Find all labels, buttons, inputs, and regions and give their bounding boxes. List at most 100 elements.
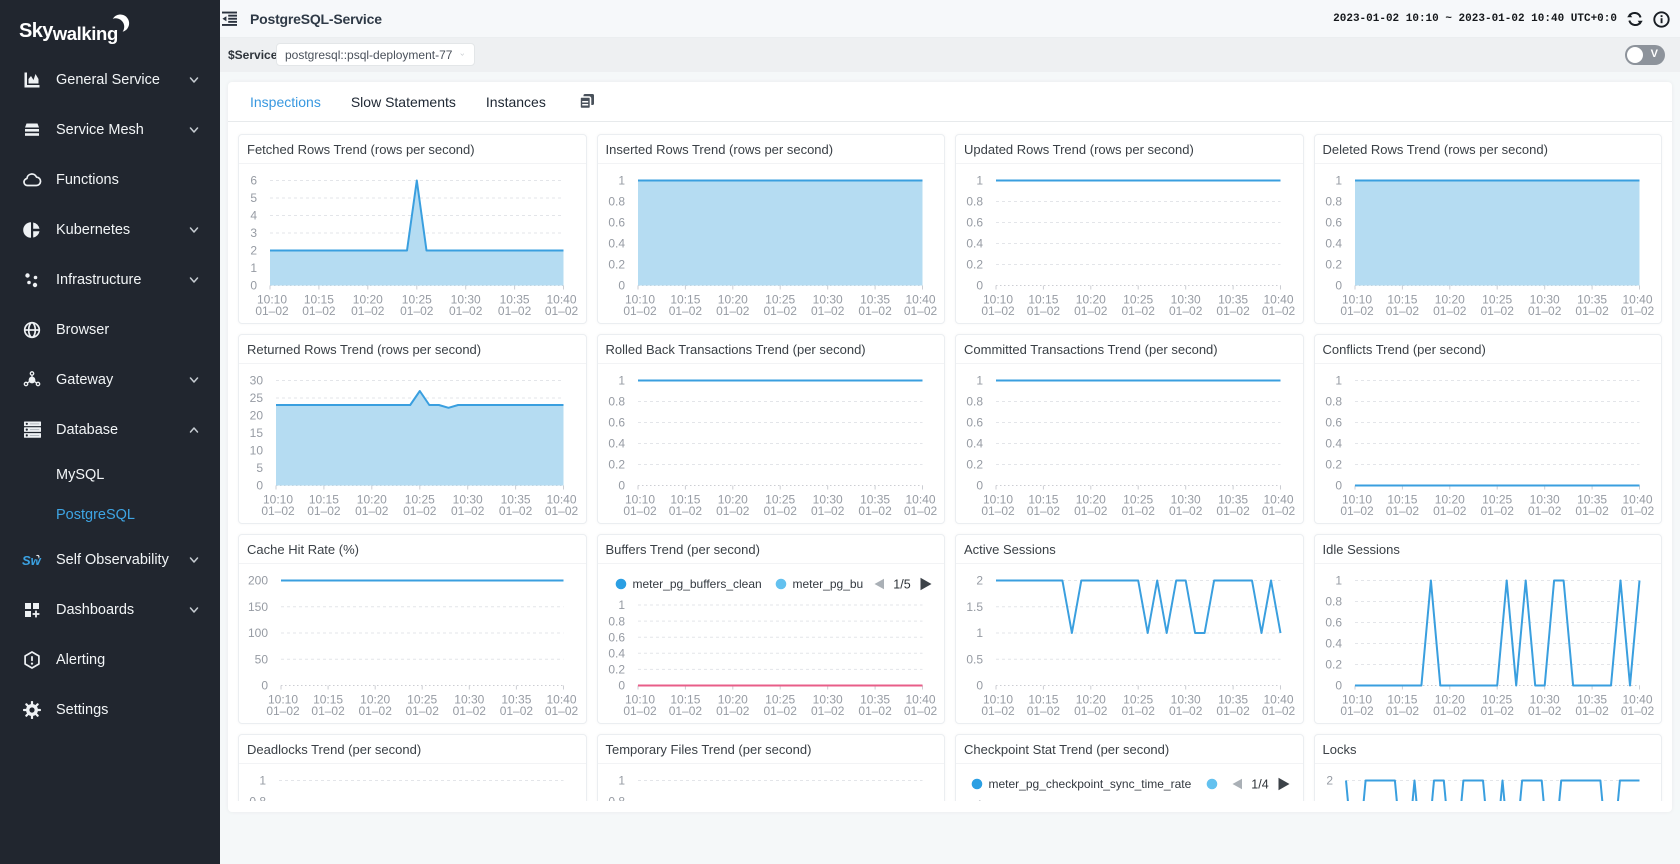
svg-text:01–02: 01–02 <box>406 704 440 718</box>
svg-text:01–02: 01–02 <box>1027 304 1061 318</box>
svg-text:01–02: 01–02 <box>1620 504 1654 518</box>
svg-text:01–02: 01–02 <box>400 304 434 318</box>
svg-text:01–02: 01–02 <box>903 504 937 518</box>
svg-text:0.6: 0.6 <box>1325 615 1342 629</box>
svg-text:1: 1 <box>976 173 983 187</box>
svg-text:01–02: 01–02 <box>1340 704 1374 718</box>
svg-text:01–02: 01–02 <box>453 704 487 718</box>
svg-text:0.8: 0.8 <box>966 194 983 208</box>
svg-text:01–02: 01–02 <box>716 704 750 718</box>
svg-text:01–02: 01–02 <box>545 704 579 718</box>
svg-text:01–02: 01–02 <box>1027 504 1061 518</box>
svg-text:01–02: 01–02 <box>359 704 393 718</box>
svg-text:0.2: 0.2 <box>608 457 625 471</box>
svg-text:Sw: Sw <box>22 553 42 568</box>
svg-text:0.2: 0.2 <box>608 257 625 271</box>
svg-text:0: 0 <box>1335 478 1342 492</box>
svg-text:1: 1 <box>976 373 983 387</box>
svg-text:30: 30 <box>250 373 264 387</box>
svg-text:0.2: 0.2 <box>608 662 625 676</box>
svg-text:0.4: 0.4 <box>1325 436 1342 450</box>
svg-text:0.4: 0.4 <box>966 236 983 250</box>
svg-text:0.5: 0.5 <box>966 652 983 666</box>
svg-text:0: 0 <box>618 678 625 692</box>
svg-text:2: 2 <box>976 573 983 587</box>
svg-text:1: 1 <box>1335 373 1342 387</box>
svg-text:01–02: 01–02 <box>1480 704 1514 718</box>
svg-text:5: 5 <box>256 461 263 475</box>
svg-text:200: 200 <box>248 573 268 587</box>
svg-text:01–02: 01–02 <box>981 304 1015 318</box>
svg-text:0.8: 0.8 <box>608 794 625 801</box>
svg-text:01–02: 01–02 <box>858 504 892 518</box>
svg-text:01–02: 01–02 <box>903 304 937 318</box>
svg-text:0.6: 0.6 <box>1325 415 1342 429</box>
svg-text:01–02: 01–02 <box>1169 304 1203 318</box>
svg-text:0.6: 0.6 <box>608 215 625 229</box>
svg-text:1: 1 <box>618 173 625 187</box>
svg-text:1: 1 <box>618 373 625 387</box>
svg-text:01–02: 01–02 <box>811 704 845 718</box>
svg-text:15: 15 <box>250 426 264 440</box>
svg-text:4: 4 <box>250 208 257 222</box>
svg-text:1/4: 1/4 <box>1251 777 1268 791</box>
svg-text:0.4: 0.4 <box>966 436 983 450</box>
svg-text:0.8: 0.8 <box>966 394 983 408</box>
svg-text:1: 1 <box>259 773 266 787</box>
svg-text:01–02: 01–02 <box>1169 704 1203 718</box>
svg-text:01–02: 01–02 <box>1385 704 1419 718</box>
svg-text:01–02: 01–02 <box>500 704 534 718</box>
svg-text:01–02: 01–02 <box>623 504 657 518</box>
svg-text:01–02: 01–02 <box>545 304 579 318</box>
svg-text:01–02: 01–02 <box>623 704 657 718</box>
svg-text:01–02: 01–02 <box>763 704 797 718</box>
svg-text:01–02: 01–02 <box>1575 504 1609 518</box>
svg-text:01–02: 01–02 <box>1528 504 1562 518</box>
svg-text:01–02: 01–02 <box>1122 704 1156 718</box>
svg-text:01–02: 01–02 <box>668 704 702 718</box>
svg-text:01–02: 01–02 <box>1620 304 1654 318</box>
svg-text:0.6: 0.6 <box>1325 215 1342 229</box>
svg-text:01–02: 01–02 <box>903 704 937 718</box>
svg-text:01–02: 01–02 <box>311 704 345 718</box>
svg-text:1: 1 <box>250 261 257 275</box>
svg-text:01–02: 01–02 <box>668 304 702 318</box>
svg-text:01–02: 01–02 <box>811 304 845 318</box>
svg-text:1: 1 <box>1335 573 1342 587</box>
svg-text:1: 1 <box>976 626 983 640</box>
svg-text:01–02: 01–02 <box>1480 504 1514 518</box>
svg-text:01–02: 01–02 <box>1216 504 1250 518</box>
svg-text:01–02: 01–02 <box>449 304 483 318</box>
svg-text:01–02: 01–02 <box>266 704 300 718</box>
svg-text:01–02: 01–02 <box>1575 704 1609 718</box>
svg-text:01–02: 01–02 <box>261 504 295 518</box>
svg-text:meter_pg_buffers_clean: meter_pg_buffers_clean <box>632 577 761 591</box>
svg-text:meter_pg_checkpoint_sync_time_: meter_pg_checkpoint_sync_time_rate <box>989 777 1192 791</box>
svg-text:0.4: 0.4 <box>1325 636 1342 650</box>
svg-text:01–02: 01–02 <box>1575 304 1609 318</box>
svg-text:0.4: 0.4 <box>1325 236 1342 250</box>
svg-text:0.2: 0.2 <box>1325 657 1342 671</box>
svg-text:01–02: 01–02 <box>1433 304 1467 318</box>
svg-text:01–02: 01–02 <box>1216 704 1250 718</box>
svg-text:01–02: 01–02 <box>623 304 657 318</box>
svg-text:01–02: 01–02 <box>763 304 797 318</box>
svg-text:01–02: 01–02 <box>499 504 533 518</box>
svg-text:01–02: 01–02 <box>1122 504 1156 518</box>
svg-text:0.8: 0.8 <box>608 194 625 208</box>
svg-text:2: 2 <box>250 243 257 257</box>
svg-text:6: 6 <box>250 173 257 187</box>
svg-text:01–02: 01–02 <box>1340 504 1374 518</box>
svg-text:10: 10 <box>250 443 264 457</box>
svg-text:1: 1 <box>976 798 983 801</box>
svg-text:01–02: 01–02 <box>1262 504 1296 518</box>
svg-text:01–02: 01–02 <box>1433 504 1467 518</box>
svg-text:0.4: 0.4 <box>608 646 625 660</box>
svg-text:01–02: 01–02 <box>1433 704 1467 718</box>
svg-text:01–02: 01–02 <box>403 504 437 518</box>
svg-text:01–02: 01–02 <box>545 504 579 518</box>
svg-text:0.8: 0.8 <box>249 794 266 801</box>
svg-text:150: 150 <box>248 600 268 614</box>
svg-text:0.2: 0.2 <box>966 257 983 271</box>
svg-text:1.5: 1.5 <box>966 600 983 614</box>
